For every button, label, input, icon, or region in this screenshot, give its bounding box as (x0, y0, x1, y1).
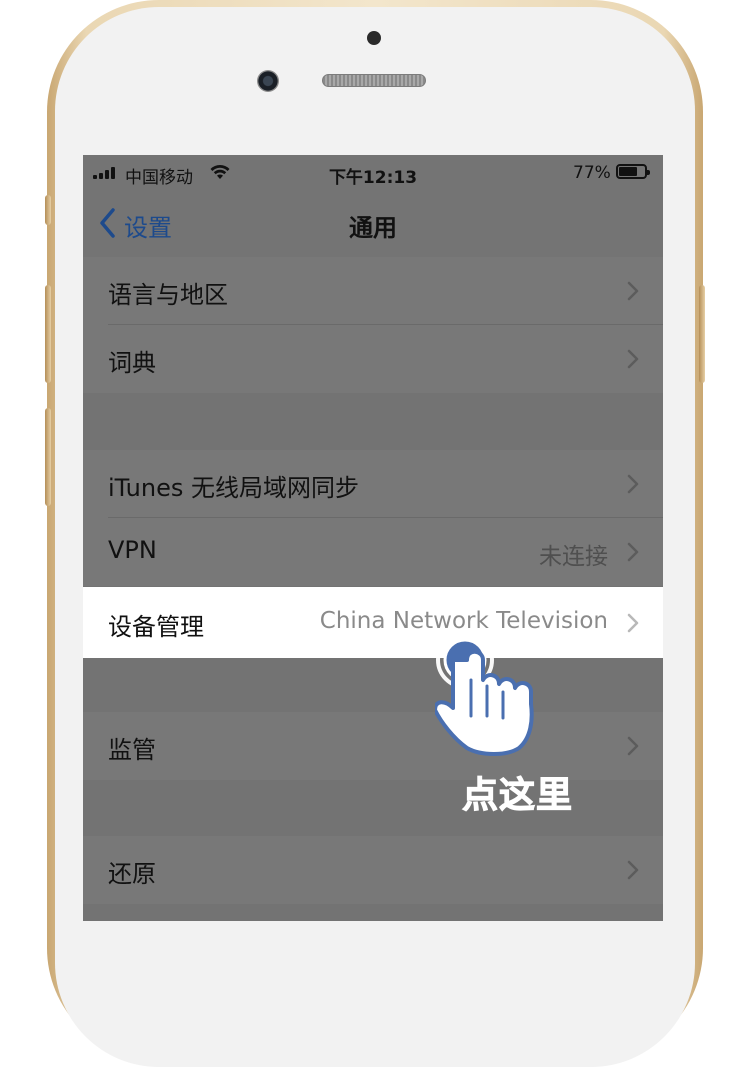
settings-row-supervision[interactable]: 监管 (83, 712, 663, 780)
row-label: VPN (108, 536, 157, 564)
front-camera-icon (257, 70, 279, 92)
chevron-right-icon (627, 349, 639, 369)
navigation-bar: 设置 通用 (83, 191, 663, 258)
settings-row-dictionary[interactable]: 词典 (83, 325, 663, 393)
phone-screen: 中国移动 下午12:13 77% 设置 通用 语言与地区 词典 iTunes 无… (83, 155, 663, 921)
row-label: 语言与地区 (108, 281, 228, 309)
row-label: 监管 (108, 736, 156, 764)
settings-row-itunes-wifi-sync[interactable]: iTunes 无线局域网同步 (83, 450, 663, 518)
chevron-right-icon (627, 613, 639, 633)
chevron-right-icon (627, 281, 639, 301)
tap-hand-icon (435, 631, 534, 756)
chevron-right-icon (627, 860, 639, 880)
volume-up-button (45, 285, 51, 383)
vpn-status-value: 未连接 (539, 544, 608, 570)
tap-here-label: 点这里 (461, 775, 574, 817)
volume-down-button (45, 408, 51, 506)
status-bar: 中国移动 下午12:13 77% (83, 155, 663, 191)
earpiece-speaker (322, 74, 426, 87)
row-label: 设备管理 (108, 613, 204, 641)
proximity-sensor (367, 31, 381, 45)
settings-row-vpn[interactable]: VPN 未连接 (83, 518, 663, 586)
row-label: iTunes 无线局域网同步 (108, 474, 360, 502)
row-label: 词典 (108, 349, 156, 377)
chevron-right-icon (627, 542, 639, 562)
chevron-right-icon (627, 474, 639, 494)
page-title: 通用 (349, 214, 397, 242)
battery-icon (616, 164, 650, 179)
mute-switch (45, 195, 51, 225)
settings-row-language-region[interactable]: 语言与地区 (83, 257, 663, 325)
battery-percent: 77% (573, 163, 611, 183)
settings-row-device-management[interactable]: 设备管理 China Network Television (83, 587, 663, 658)
chevron-right-icon (627, 736, 639, 756)
power-button (699, 285, 705, 383)
settings-row-reset[interactable]: 还原 (83, 836, 663, 904)
row-label: 还原 (108, 860, 156, 888)
